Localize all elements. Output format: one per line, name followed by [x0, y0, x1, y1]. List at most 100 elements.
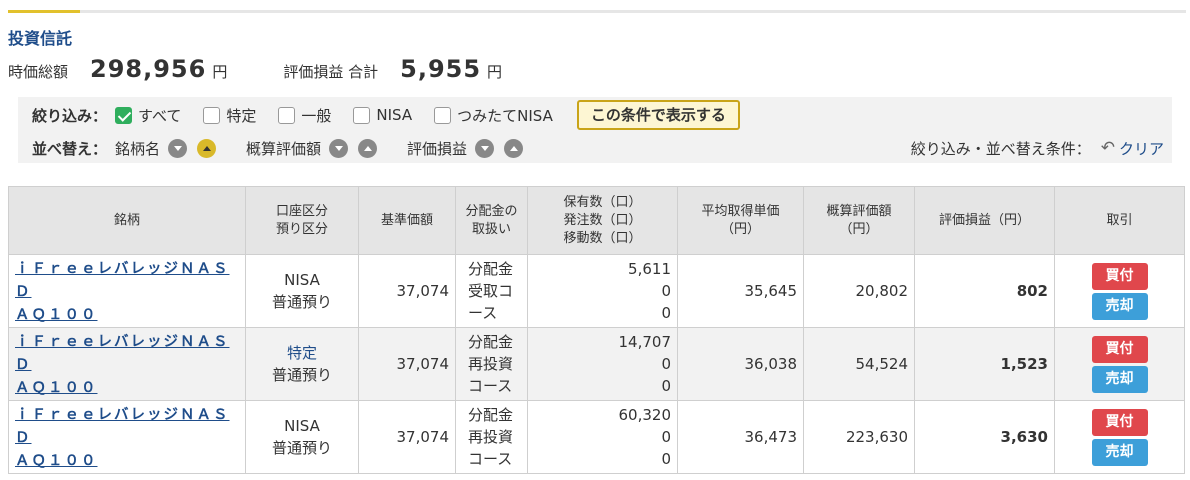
market-value-unit: 円 — [212, 63, 228, 81]
held-qty: 5,611 — [628, 260, 671, 278]
held-qty: 60,320 — [618, 406, 672, 424]
deposit-type: 普通預り — [271, 293, 332, 311]
clear-button[interactable]: ↶ クリア — [1101, 138, 1164, 159]
distribution-cell: 分配金 再投資 コース — [455, 327, 528, 401]
table-row: ｉＦｒｅｅレバレッジＮＡＳＤ ＡＱ１００ 特定 普通預り 37,074 分配金 再投資… — [8, 327, 1185, 401]
market-value-label: 時価総額 — [8, 63, 69, 81]
filter-option-label: つみたてNISA — [457, 106, 553, 125]
sort-asc-icon[interactable] — [358, 138, 378, 158]
top-divider — [8, 10, 1186, 13]
filter-label: 絞り込み： — [32, 106, 108, 125]
held-qty: 14,707 — [618, 333, 672, 351]
fund-name-link[interactable]: ｉＦｒｅｅレバレッジＮＡＳＤ ＡＱ１００ — [15, 407, 230, 469]
sell-button[interactable]: 売却 — [1091, 292, 1148, 320]
account-cell: 特定 普通預り — [245, 327, 359, 401]
gain-cell: 3,630 — [914, 400, 1055, 474]
filter-row: 絞り込み： すべて 特定 一般 NISA つみたてNISA この条件で表示する — [32, 100, 740, 130]
sort-gain-label: 評価損益 — [407, 139, 468, 158]
checkbox-box — [278, 106, 296, 124]
header-quantity: 保有数（口） 発注数（口） 移動数（口） — [527, 186, 678, 255]
value-cell: 223,630 — [803, 400, 915, 474]
sell-button[interactable]: 売却 — [1091, 365, 1148, 393]
avg-cost-cell: 36,038 — [677, 327, 804, 401]
account-type: NISA — [284, 417, 320, 435]
gain-cell: 802 — [914, 254, 1055, 328]
header-base-price: 基準価額 — [358, 186, 456, 255]
top-divider-accent — [8, 10, 80, 13]
filter-tsumitate-nisa-checkbox[interactable]: つみたてNISA — [434, 105, 553, 126]
header-name: 銘柄 — [8, 186, 246, 255]
sort-row: 並べ替え： 銘柄名 概算評価額 評価損益 — [32, 135, 553, 161]
buy-button[interactable]: 買付 — [1091, 262, 1148, 290]
filter-option-label: 特定 — [226, 106, 257, 125]
filter-all-checkbox[interactable]: すべて — [115, 105, 181, 126]
checkbox-box — [434, 106, 452, 124]
fund-name-cell: ｉＦｒｅｅレバレッジＮＡＳＤ ＡＱ１００ — [8, 400, 246, 474]
quantity-cell: 14,707 0 0 — [527, 327, 678, 401]
condition-label: 絞り込み・並べ替え条件： — [910, 139, 1091, 158]
ordered-qty: 0 — [661, 428, 671, 446]
sort-asc-icon[interactable] — [197, 138, 217, 158]
filter-panel: 絞り込み： すべて 特定 一般 NISA つみたてNISA この条件で表示する … — [18, 97, 1172, 163]
gain-total-unit: 円 — [487, 63, 503, 81]
fund-name-cell: ｉＦｒｅｅレバレッジＮＡＳＤ ＡＱ１００ — [8, 254, 246, 328]
value-cell: 20,802 — [803, 254, 915, 328]
filter-option-label: NISA — [376, 106, 413, 124]
gain-cell: 1,523 — [914, 327, 1055, 401]
base-price-cell: 37,074 — [358, 327, 456, 401]
trade-cell: 買付 売却 — [1054, 400, 1185, 474]
clear-label: クリア — [1118, 139, 1164, 158]
avg-cost-cell: 35,645 — [677, 254, 804, 328]
moved-qty: 0 — [661, 377, 671, 395]
clear-area: 絞り込み・並べ替え条件： ↶ クリア — [911, 135, 1164, 161]
header-value: 概算評価額 （円） — [803, 186, 915, 255]
undo-icon: ↶ — [1100, 138, 1115, 158]
filter-ippan-checkbox[interactable]: 一般 — [278, 105, 331, 126]
ordered-qty: 0 — [661, 282, 671, 300]
fund-name-cell: ｉＦｒｅｅレバレッジＮＡＳＤ ＡＱ１００ — [8, 327, 246, 401]
fund-name-link[interactable]: ｉＦｒｅｅレバレッジＮＡＳＤ ＡＱ１００ — [15, 334, 230, 396]
ordered-qty: 0 — [661, 355, 671, 373]
filter-nisa-checkbox[interactable]: NISA — [353, 106, 412, 124]
trade-cell: 買付 売却 — [1054, 327, 1185, 401]
table-header-row: 銘柄 口座区分 預り区分 基準価額 分配金の 取扱い 保有数（口） 発注数（口） 移動数… — [8, 186, 1185, 255]
sort-group-gain: 評価損益 — [407, 138, 533, 159]
header-account: 口座区分 預り区分 — [245, 186, 359, 255]
sort-desc-icon[interactable] — [329, 138, 349, 158]
account-cell: NISA 普通預り — [245, 400, 359, 474]
header-trade: 取引 — [1054, 186, 1185, 255]
filter-option-label: すべて — [138, 106, 182, 125]
quantity-cell: 5,611 0 0 — [527, 254, 678, 328]
deposit-type: 普通預り — [271, 366, 332, 384]
moved-qty: 0 — [661, 450, 671, 468]
sort-desc-icon[interactable] — [168, 138, 188, 158]
distribution-cell: 分配金 受取コ ース — [455, 254, 528, 328]
header-gain: 評価損益（円） — [914, 186, 1055, 255]
sort-asc-icon[interactable] — [504, 138, 524, 158]
sort-desc-icon[interactable] — [475, 138, 495, 158]
buy-button[interactable]: 買付 — [1091, 408, 1148, 436]
table-row: ｉＦｒｅｅレバレッジＮＡＳＤ ＡＱ１００ NISA 普通預り 37,074 分配金再… — [8, 400, 1185, 474]
table-row: ｉＦｒｅｅレバレッジＮＡＳＤ ＡＱ１００ NISA 普通預り 37,074 分配金受… — [8, 254, 1185, 328]
fund-name-link[interactable]: ｉＦｒｅｅレバレッジＮＡＳＤ ＡＱ１００ — [15, 261, 230, 323]
sort-label: 並べ替え： — [32, 139, 108, 158]
sell-button[interactable]: 売却 — [1091, 438, 1148, 466]
header-distribution: 分配金の 取扱い — [455, 186, 528, 255]
checkbox-box — [203, 106, 221, 124]
base-price-cell: 37,074 — [358, 254, 456, 328]
apply-filter-button[interactable]: この条件で表示する — [576, 100, 740, 130]
gain-total: 5,955 — [400, 55, 482, 83]
page-title: 投資信託 — [8, 29, 73, 48]
sort-group-name: 銘柄名 — [115, 138, 226, 159]
sort-group-value: 概算評価額 — [246, 138, 387, 159]
filter-tokutei-checkbox[interactable]: 特定 — [203, 105, 256, 126]
check-icon — [115, 106, 133, 124]
account-cell: NISA 普通預り — [245, 254, 359, 328]
quantity-cell: 60,320 0 0 — [527, 400, 678, 474]
gain-total-label: 評価損益 合計 — [283, 63, 379, 81]
filter-option-label: 一般 — [301, 106, 332, 125]
buy-button[interactable]: 買付 — [1091, 335, 1148, 363]
distribution-cell: 分配金 再投資 コース — [455, 400, 528, 474]
summary-bar: 時価総額 298,956 円 評価損益 合計 5,955 円 — [8, 55, 502, 89]
deposit-type: 普通預り — [271, 439, 332, 457]
